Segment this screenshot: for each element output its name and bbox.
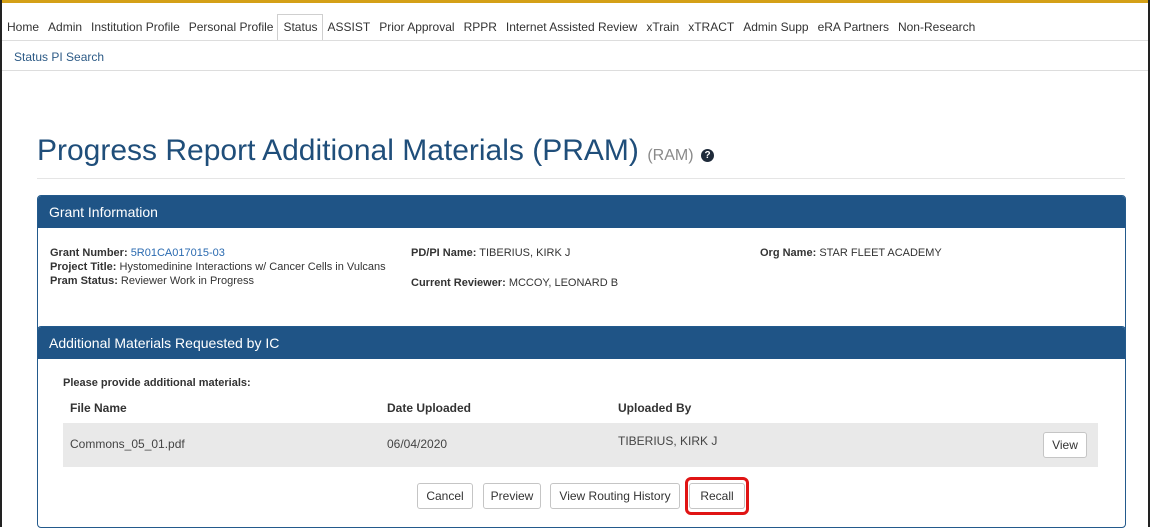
uploaded-by-cell: TIBERIUS, KIRK J — [618, 434, 718, 448]
view-file-button[interactable]: View — [1043, 432, 1087, 458]
top-accent-bar — [2, 0, 1148, 3]
tab-admin-supp[interactable]: Admin Supp — [738, 6, 812, 40]
tab-xtract[interactable]: xTRACT — [683, 6, 738, 40]
grant-number-label: Grant Number: — [50, 247, 128, 259]
table-row: Commons_05_01.pdf 06/04/2020 TIBERIUS, K… — [63, 423, 1098, 467]
title-divider — [37, 178, 1125, 179]
recall-highlight-box — [685, 477, 749, 515]
tab-institution-profile[interactable]: Institution Profile — [86, 6, 184, 40]
column-header-uploaded-by: Uploaded By — [618, 401, 692, 415]
org-name-value: STAR FLEET ACADEMY — [819, 247, 942, 259]
file-name-cell: Commons_05_01.pdf — [70, 437, 185, 451]
pdpi-value: TIBERIUS, KIRK J — [479, 247, 571, 259]
column-header-date-uploaded: Date Uploaded — [387, 401, 472, 415]
pdpi-field: PD/PI Name: TIBERIUS, KIRK J — [411, 247, 570, 259]
additional-materials-heading: Additional Materials Requested by IC — [38, 327, 1125, 359]
grant-information-panel: Grant Information Grant Number: 5R01CA01… — [37, 195, 1126, 336]
pram-status-field: Pram Status: Reviewer Work in Progress — [50, 275, 254, 287]
page-title: Progress Report Additional Materials (PR… — [37, 134, 715, 168]
left-border — [0, 0, 2, 527]
cancel-button[interactable]: Cancel — [417, 483, 473, 509]
tab-home[interactable]: Home — [2, 6, 43, 40]
project-title-field: Project Title: Hystomedinine Interaction… — [50, 261, 386, 273]
tab-prior-approval[interactable]: Prior Approval — [374, 6, 458, 40]
project-title-value: Hystomedinine Interactions w/ Cancer Cel… — [119, 261, 386, 273]
materials-prompt: Please provide additional materials: — [63, 377, 251, 389]
pram-status-value: Reviewer Work in Progress — [120, 275, 254, 287]
tab-assist[interactable]: ASSIST — [323, 6, 375, 40]
column-header-file-name: File Name — [70, 401, 127, 415]
tab-xtrain[interactable]: xTrain — [641, 6, 683, 40]
pdpi-label: PD/PI Name: — [411, 247, 477, 259]
grant-information-heading: Grant Information — [38, 196, 1125, 228]
pram-status-label: Pram Status: — [50, 275, 118, 287]
tab-admin[interactable]: Admin — [43, 6, 86, 40]
sub-nav: Status PI Search — [2, 40, 1148, 71]
current-reviewer-field: Current Reviewer: MCCOY, LEONARD B — [411, 277, 618, 289]
tab-non-research[interactable]: Non-Research — [893, 6, 979, 40]
tab-rppr[interactable]: RPPR — [459, 6, 501, 40]
preview-button[interactable]: Preview — [483, 483, 541, 509]
additional-materials-panel: Additional Materials Requested by IC Ple… — [37, 326, 1126, 528]
tab-era-partners[interactable]: eRA Partners — [813, 6, 893, 40]
grant-number-field: Grant Number: 5R01CA017015-03 — [50, 247, 225, 259]
current-reviewer-label: Current Reviewer: — [411, 277, 506, 289]
tab-status[interactable]: Status — [277, 14, 323, 40]
subnav-status-pi-search[interactable]: Status PI Search — [14, 50, 104, 64]
tab-personal-profile[interactable]: Personal Profile — [184, 6, 278, 40]
org-name-field: Org Name: STAR FLEET ACADEMY — [760, 247, 942, 259]
tab-internet-assisted-review[interactable]: Internet Assisted Review — [501, 6, 641, 40]
page-title-suffix: (RAM) — [647, 147, 694, 164]
org-name-label: Org Name: — [760, 247, 817, 259]
question-circle-icon[interactable]: ? — [701, 149, 715, 163]
view-routing-history-button[interactable]: View Routing History — [550, 483, 680, 509]
page-title-text: Progress Report Additional Materials (PR… — [37, 134, 639, 167]
main-nav: Home Admin Institution Profile Personal … — [2, 6, 1148, 40]
date-uploaded-cell: 06/04/2020 — [387, 437, 448, 451]
current-reviewer-value: MCCOY, LEONARD B — [508, 277, 619, 289]
project-title-label: Project Title: — [50, 261, 117, 273]
grant-number-link[interactable]: 5R01CA017015-03 — [131, 247, 225, 259]
